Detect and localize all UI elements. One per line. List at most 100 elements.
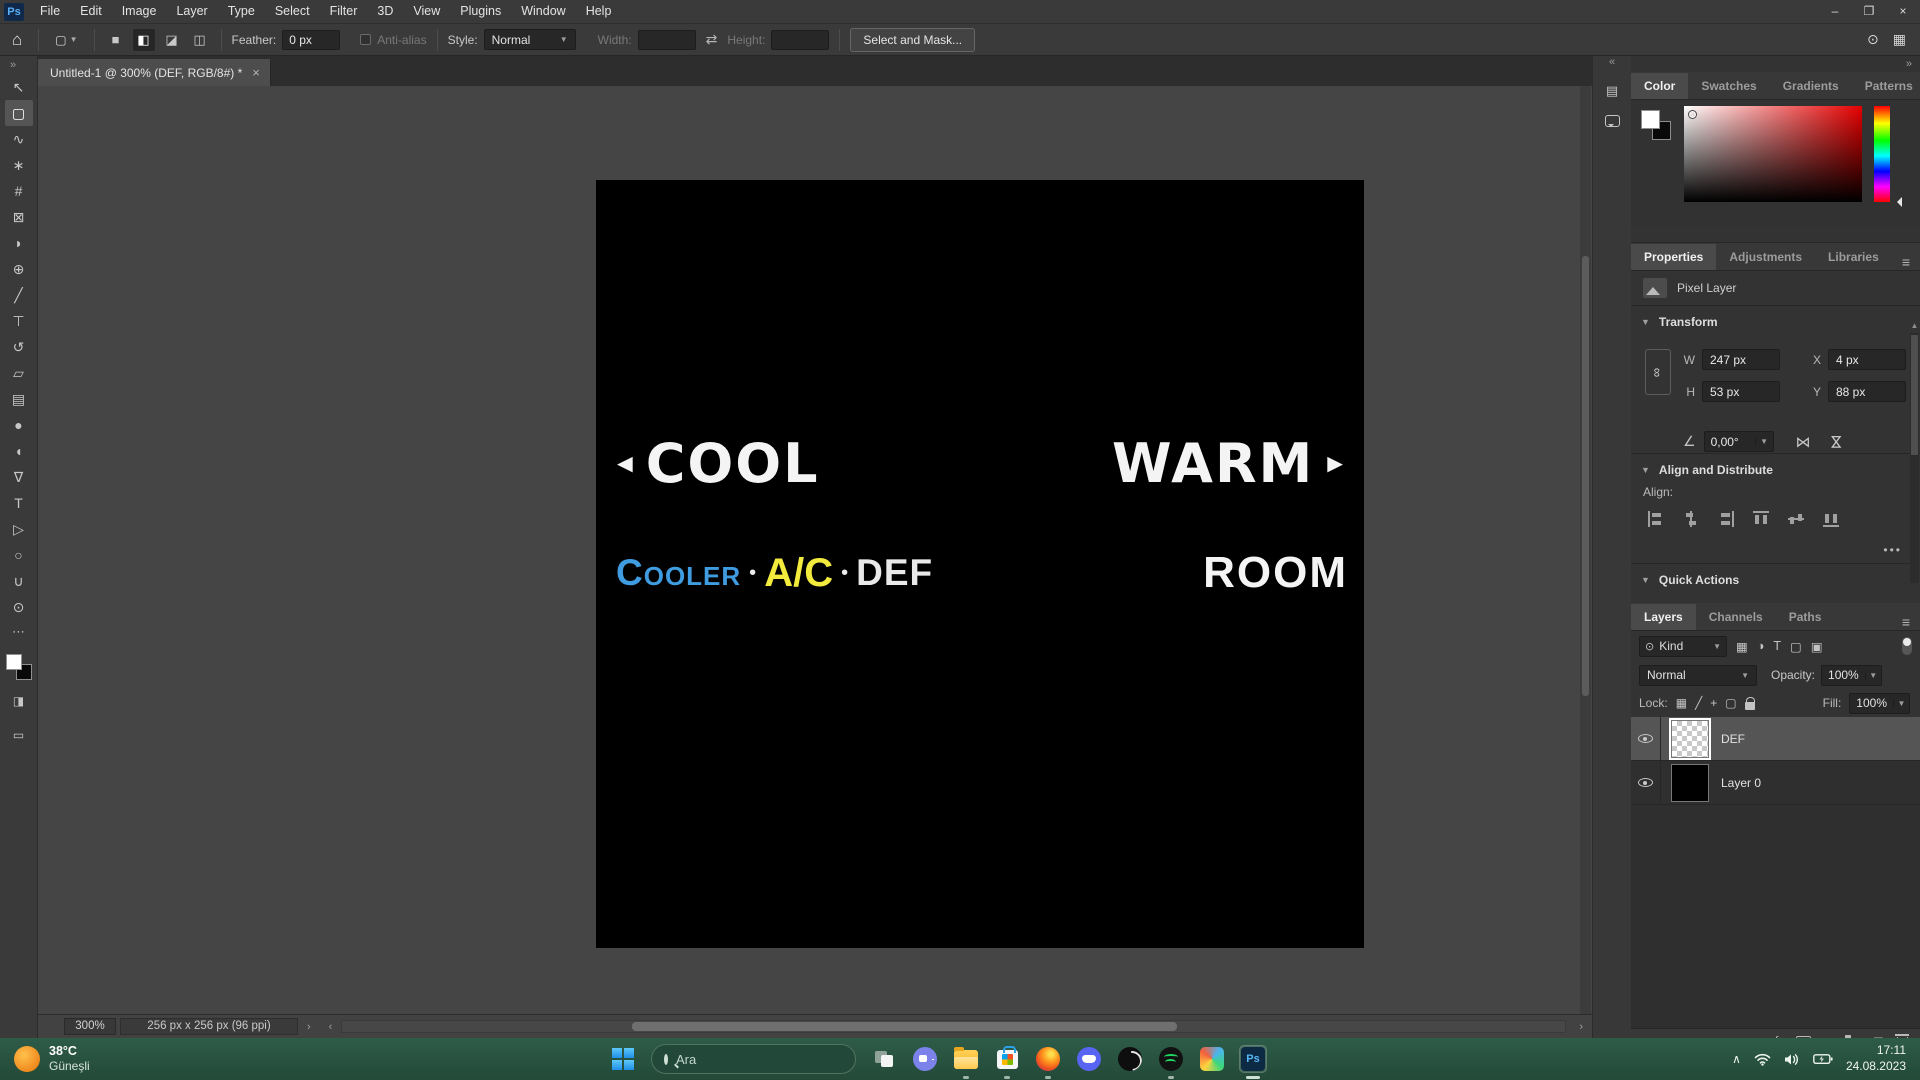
hue-slider[interactable]	[1874, 106, 1890, 202]
history-panel-icon[interactable]: ▤	[1600, 80, 1624, 102]
filter-type-layers-icon[interactable]: T	[1773, 639, 1781, 653]
intersect-selection-button[interactable]: ◫	[189, 29, 211, 51]
pasteboard[interactable]: ◄ COOL WARM ► Cooler • A/C • DEF ROOM	[38, 86, 1592, 1014]
panel-scrollbar[interactable]: ▲	[1910, 333, 1919, 583]
blur-tool[interactable]: ●	[5, 412, 33, 438]
type-tool[interactable]: T	[5, 490, 33, 516]
feather-input[interactable]	[282, 30, 340, 50]
close-button[interactable]: ×	[1886, 0, 1920, 24]
paint-icon[interactable]	[1199, 1046, 1225, 1072]
gradient-tool[interactable]: ▤	[5, 386, 33, 412]
select-and-mask-button[interactable]: Select and Mask...	[850, 28, 975, 52]
menu-item[interactable]: View	[403, 0, 450, 23]
flip-horizontal-icon[interactable]: ⋈	[1796, 433, 1811, 451]
menu-item[interactable]: File	[30, 0, 70, 23]
close-icon[interactable]: ×	[252, 65, 260, 80]
more-options-icon[interactable]: •••	[1631, 529, 1920, 563]
microsoft-store-icon[interactable]	[994, 1046, 1020, 1072]
chevron-down-icon[interactable]: ▼	[1755, 437, 1773, 446]
layer-filter-dropdown[interactable]: ⊙ Kind ▼	[1639, 636, 1727, 657]
document-tab[interactable]: Untitled-1 @ 300% (DEF, RGB/8#) * ×	[38, 59, 271, 86]
layer-thumbnail[interactable]	[1671, 764, 1709, 802]
flip-vertical-icon[interactable]: ⋈	[1827, 434, 1845, 449]
align-left-edges-icon[interactable]	[1647, 511, 1665, 527]
layer-visibility-toggle[interactable]	[1631, 761, 1661, 804]
eyedropper-tool[interactable]: ◗	[5, 230, 33, 256]
subtract-selection-button[interactable]: ◪	[161, 29, 183, 51]
scroll-up-icon[interactable]: ▲	[1910, 321, 1919, 330]
wifi-icon[interactable]	[1754, 1053, 1771, 1066]
zoom-level-field[interactable]: 300%	[64, 1018, 116, 1035]
tool-preset-picker[interactable]: ▢ ▼	[49, 31, 83, 49]
align-horizontal-centers-icon[interactable]	[1682, 511, 1700, 527]
transform-x-input[interactable]	[1828, 349, 1906, 370]
weather-widget[interactable]: 38°C Güneşli	[0, 1044, 240, 1075]
filter-shape-layers-icon[interactable]: ▢	[1790, 639, 1802, 654]
clone-stamp-tool[interactable]: ⊤	[5, 308, 33, 334]
ellipse-tool[interactable]: ○	[5, 542, 33, 568]
volume-icon[interactable]	[1784, 1053, 1800, 1066]
new-selection-button[interactable]: ■	[105, 29, 127, 51]
color-swatch-pair[interactable]	[1641, 110, 1671, 140]
lock-transparent-pixels-icon[interactable]: ▦	[1676, 696, 1687, 710]
align-right-edges-icon[interactable]	[1717, 511, 1735, 527]
dodge-tool[interactable]: ◖	[5, 438, 33, 464]
fill-dropdown[interactable]: 100% ▼	[1849, 693, 1910, 714]
lasso-tool[interactable]: ∿	[5, 126, 33, 152]
DEF[interactable]: DEF	[1631, 717, 1920, 761]
path-selection-tool[interactable]: ▷	[5, 516, 33, 542]
scrollbar-thumb[interactable]	[632, 1022, 1177, 1031]
taskbar-search[interactable]	[651, 1044, 856, 1074]
foreground-color-swatch[interactable]	[1641, 110, 1660, 129]
photoshop-icon[interactable]: Ps	[1240, 1046, 1266, 1072]
filter-toggle[interactable]	[1902, 637, 1912, 655]
rotation-angle-input[interactable]: ▼	[1704, 431, 1774, 452]
vertical-scrollbar[interactable]	[1580, 86, 1591, 1014]
lock-all-icon[interactable]	[1745, 702, 1755, 710]
brush-tool[interactable]: ╱	[5, 282, 33, 308]
width-input[interactable]	[638, 30, 696, 50]
hidden-icons-chevron[interactable]: ∧	[1732, 1052, 1741, 1066]
file-explorer-icon[interactable]	[953, 1046, 979, 1072]
screen-mode-icon[interactable]: ▭	[5, 722, 33, 748]
move-tool[interactable]: ↖	[5, 74, 33, 100]
scrollbar-thumb[interactable]	[1911, 335, 1918, 455]
menu-item[interactable]: Plugins	[450, 0, 511, 23]
healing-brush-tool[interactable]: ⊕	[5, 256, 33, 282]
lock-position-icon[interactable]: +	[1710, 696, 1717, 710]
clock-widget[interactable]: 17:11 24.08.2023	[1846, 1043, 1906, 1074]
task-view-icon[interactable]	[871, 1046, 897, 1072]
horizontal-scrollbar[interactable]	[341, 1020, 1566, 1033]
rectangular-marquee-tool[interactable]: ▢	[5, 100, 33, 126]
expand-panels-icon[interactable]: «	[1609, 56, 1615, 72]
scroll-right-icon[interactable]: ›	[1570, 1021, 1592, 1033]
search-icon[interactable]: ⊙	[1867, 31, 1879, 48]
layer-visibility-toggle[interactable]	[1631, 717, 1661, 760]
pen-tool[interactable]: ∇	[5, 464, 33, 490]
history-brush-tool[interactable]: ↺	[5, 334, 33, 360]
scroll-left-icon[interactable]: ‹	[320, 1021, 342, 1033]
menu-item[interactable]: Window	[511, 0, 575, 23]
saturation-brightness-field[interactable]	[1684, 106, 1862, 202]
menu-item[interactable]: 3D	[367, 0, 403, 23]
spotify-icon[interactable]	[1158, 1046, 1184, 1072]
collapse-panels-icon[interactable]: »	[1906, 58, 1912, 70]
toolbar-collapse-icon[interactable]: »	[0, 56, 16, 74]
chat-icon[interactable]	[912, 1046, 938, 1072]
filter-pixel-layers-icon[interactable]: ▦	[1736, 639, 1748, 654]
quick-actions-section-header[interactable]: ▼ Quick Actions	[1631, 564, 1920, 593]
scrollbar-thumb[interactable]	[1582, 256, 1589, 696]
menu-item[interactable]: Edit	[70, 0, 112, 23]
swap-dimensions-icon[interactable]: ⇄	[702, 31, 722, 48]
frame-tool[interactable]: ⊠	[5, 204, 33, 230]
panel-menu-icon[interactable]: ≡	[1902, 254, 1920, 270]
eraser-tool[interactable]: ▱	[5, 360, 33, 386]
menu-item[interactable]: Image	[112, 0, 167, 23]
align-vertical-centers-icon[interactable]	[1788, 510, 1804, 528]
foreground-background-colors[interactable]	[6, 654, 32, 680]
panel-menu-icon[interactable]: ≡	[1902, 614, 1920, 630]
Layer 0[interactable]: Layer 0	[1631, 761, 1920, 805]
status-flyout-icon[interactable]: ›	[298, 1021, 320, 1033]
menu-item[interactable]: Filter	[320, 0, 368, 23]
discord-icon[interactable]	[1076, 1046, 1102, 1072]
